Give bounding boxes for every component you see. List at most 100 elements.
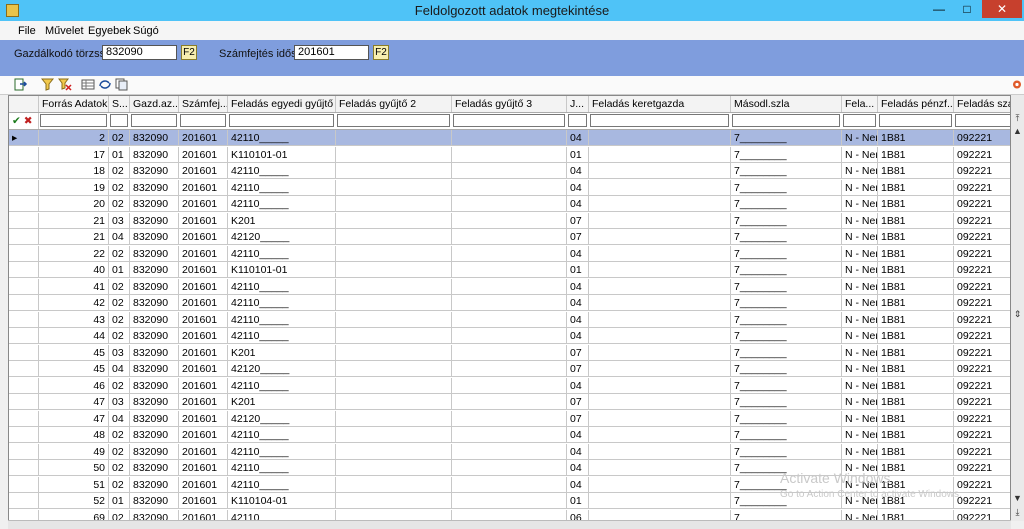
table-cell[interactable] xyxy=(452,163,567,179)
table-cell[interactable]: N - Nem xyxy=(842,179,878,196)
table-cell[interactable]: 1B81 xyxy=(878,328,954,344)
table-cell[interactable]: 1B81 xyxy=(878,427,954,443)
table-cell[interactable]: 02 xyxy=(109,427,130,443)
table-cell[interactable] xyxy=(336,427,452,443)
table-row[interactable]: 22 02 832090 201601 42110_____ 04 7________ N -… xyxy=(9,245,1010,262)
table-row[interactable]: 46 02 832090 201601 42110_____ 04 7________ N -… xyxy=(9,377,1010,394)
table-cell[interactable] xyxy=(452,377,567,394)
table-cell[interactable]: 07 xyxy=(567,361,589,377)
table-cell[interactable]: 1B81 xyxy=(878,377,954,394)
row-selector[interactable] xyxy=(9,179,39,196)
table-cell[interactable]: 832090 xyxy=(130,295,179,311)
table-cell[interactable]: 42110_____ xyxy=(228,443,336,460)
column-filter-input[interactable] xyxy=(879,114,952,127)
table-cell[interactable]: 092221 xyxy=(954,361,1010,377)
copy-icon[interactable] xyxy=(115,78,129,91)
table-cell[interactable]: 092221 xyxy=(954,411,1010,427)
table-cell[interactable] xyxy=(452,344,567,361)
column-filter-input[interactable] xyxy=(568,114,587,127)
table-cell[interactable]: 092221 xyxy=(954,312,1010,328)
table-cell[interactable] xyxy=(336,229,452,245)
row-selector[interactable] xyxy=(9,163,39,179)
period-input[interactable] xyxy=(294,45,369,60)
table-cell[interactable]: 45 xyxy=(39,344,109,361)
table-cell[interactable]: N - Nem xyxy=(842,311,878,328)
table-cell[interactable]: 7________ xyxy=(731,427,842,443)
table-cell[interactable]: 01 xyxy=(109,262,130,278)
row-selector[interactable] xyxy=(9,377,39,394)
row-selector[interactable] xyxy=(9,427,39,443)
table-cell[interactable]: N - Nem xyxy=(842,410,878,427)
table-cell[interactable]: 04 xyxy=(567,179,589,196)
menu-egyebek[interactable]: Egyebek xyxy=(88,25,131,37)
table-cell[interactable]: N - Nem xyxy=(842,196,878,212)
menu-file[interactable]: File xyxy=(18,25,36,37)
table-cell[interactable]: 201601 xyxy=(179,229,228,245)
table-cell[interactable]: 42110_____ xyxy=(228,328,336,344)
table-row[interactable]: 4503832090201601K201 07 7________N - Nem1B… xyxy=(9,344,1010,361)
table-cell[interactable]: K201 xyxy=(228,344,336,361)
table-cell[interactable]: 832090 xyxy=(130,278,179,295)
table-cell[interactable] xyxy=(452,179,567,196)
table-cell[interactable]: 092221 xyxy=(954,444,1010,460)
table-cell[interactable] xyxy=(452,229,567,245)
scroll-first-icon[interactable]: ⤒ xyxy=(1011,112,1024,124)
table-cell[interactable]: 47 xyxy=(39,410,109,427)
table-cell[interactable] xyxy=(589,427,731,443)
table-cell[interactable]: 832090 xyxy=(130,212,179,229)
table-cell[interactable]: 7________ xyxy=(731,229,842,245)
column-filter-input[interactable] xyxy=(180,114,226,127)
table-cell[interactable] xyxy=(452,212,567,229)
row-selector[interactable]: ▸ xyxy=(9,130,39,146)
table-cell[interactable]: 02 xyxy=(109,245,130,262)
table-cell[interactable] xyxy=(336,146,452,163)
column-filter-input[interactable] xyxy=(337,114,450,127)
scroll-last-icon[interactable]: ⤓ xyxy=(1011,506,1024,518)
table-cell[interactable]: 43 xyxy=(39,311,109,328)
table-cell[interactable]: 01 xyxy=(109,493,130,509)
minimize-button[interactable]: — xyxy=(926,0,952,18)
table-cell[interactable]: 201601 xyxy=(179,245,228,262)
data-grid[interactable]: Forrás Adatok IDS...Gazd.az...Számfej...… xyxy=(8,95,1011,521)
table-cell[interactable]: 832090 xyxy=(130,344,179,361)
table-row[interactable]: 40 01 832090 201601 K110101-01 01 7________ N -… xyxy=(9,262,1010,278)
table-cell[interactable]: 092221 xyxy=(954,279,1010,295)
table-cell[interactable]: 1B81 xyxy=(878,410,954,427)
table-cell[interactable] xyxy=(589,163,731,179)
table-cell[interactable]: 201601 xyxy=(179,146,228,163)
column-filter-input[interactable] xyxy=(732,114,840,127)
cancel-filter-icon[interactable]: ✖ xyxy=(24,115,33,127)
table-cell[interactable]: 02 xyxy=(109,377,130,394)
table-cell[interactable]: 092221 xyxy=(954,130,1010,146)
table-cell[interactable] xyxy=(589,460,731,476)
table-cell[interactable] xyxy=(336,245,452,262)
table-cell[interactable]: N - Nem xyxy=(842,278,878,295)
table-cell[interactable] xyxy=(589,410,731,427)
table-cell[interactable]: 7________ xyxy=(731,377,842,394)
table-cell[interactable] xyxy=(336,328,452,344)
table-cell[interactable]: 832090 xyxy=(130,130,179,146)
table-cell[interactable]: 201601 xyxy=(179,311,228,328)
table-cell[interactable]: 832090 xyxy=(130,328,179,344)
table-cell[interactable]: 02 xyxy=(109,476,130,493)
table-cell[interactable]: 02 xyxy=(109,163,130,179)
table-cell[interactable]: 02 xyxy=(109,130,130,146)
table-cell[interactable]: 46 xyxy=(39,377,109,394)
table-cell[interactable]: 1B81 xyxy=(878,130,954,146)
table-cell[interactable]: 02 xyxy=(109,278,130,295)
table-cell[interactable]: 42110_____ xyxy=(228,311,336,328)
table-cell[interactable]: 42110_____ xyxy=(228,130,336,146)
table-cell[interactable] xyxy=(589,229,731,245)
table-cell[interactable]: 04 xyxy=(109,361,130,377)
table-cell[interactable] xyxy=(589,443,731,460)
table-cell[interactable]: 42110_____ xyxy=(228,476,336,493)
table-row[interactable]: 48 02 832090 201601 42110_____ 04 7________ N -… xyxy=(9,427,1010,443)
table-cell[interactable]: 02 xyxy=(109,328,130,344)
column-filter-input[interactable] xyxy=(843,114,876,127)
table-cell[interactable]: 21 xyxy=(39,212,109,229)
table-cell[interactable]: 47 xyxy=(39,394,109,410)
table-cell[interactable]: 7________ xyxy=(731,196,842,212)
column-header[interactable]: Feladás egyedi gyűjtő xyxy=(228,96,336,112)
table-cell[interactable]: N - Nem xyxy=(842,443,878,460)
table-cell[interactable] xyxy=(452,427,567,443)
